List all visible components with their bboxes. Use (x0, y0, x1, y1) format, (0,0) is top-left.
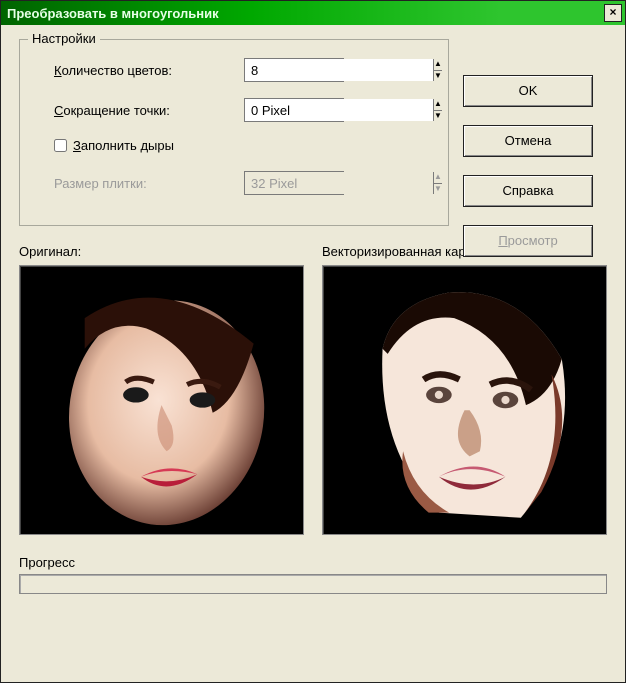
spin-up-icon[interactable]: ▲ (434, 99, 442, 111)
settings-fieldset: Настройки Количество цветов: ▲ ▼ Сокраще… (19, 39, 449, 226)
spin-up-icon: ▲ (434, 172, 442, 184)
close-button[interactable]: × (604, 4, 622, 22)
colors-spin-buttons[interactable]: ▲ ▼ (433, 59, 442, 81)
fill-holes-label: Заполнить дыры (73, 138, 174, 153)
vector-preview-col: Векторизированная картина: (322, 244, 607, 535)
help-button[interactable]: Справка (463, 175, 593, 207)
spin-down-icon[interactable]: ▼ (434, 111, 442, 122)
original-image (26, 272, 297, 528)
tile-label: Размер плитки: (34, 176, 244, 191)
original-preview-col: Оригинал: (19, 244, 304, 535)
reduction-row: Сокращение точки: ▲ ▼ (34, 98, 434, 122)
progress-label: Прогресс (19, 555, 607, 570)
reduction-spinner[interactable]: ▲ ▼ (244, 98, 344, 122)
dialog-window: Преобразовать в многоугольник × OK Отмен… (0, 0, 626, 683)
tile-spin-buttons: ▲ ▼ (433, 172, 442, 194)
titlebar: Преобразовать в многоугольник × (1, 1, 625, 25)
tile-input (245, 172, 433, 194)
settings-legend: Настройки (28, 31, 100, 46)
progress-section: Прогресс (19, 555, 607, 594)
colors-input[interactable] (245, 59, 433, 81)
cancel-button[interactable]: Отмена (463, 125, 593, 157)
spin-down-icon: ▼ (434, 184, 442, 195)
original-preview (19, 265, 304, 535)
vector-image (329, 272, 600, 528)
dialog-body: OK Отмена Справка Просмотр Настройки Кол… (1, 25, 625, 608)
reduction-spin-buttons[interactable]: ▲ ▼ (433, 99, 442, 121)
vector-preview (322, 265, 607, 535)
previews-row: Оригинал: (19, 244, 607, 535)
fill-holes-checkbox[interactable] (54, 139, 67, 152)
colors-row: Количество цветов: ▲ ▼ (34, 58, 434, 82)
spin-down-icon[interactable]: ▼ (434, 71, 442, 82)
ok-button[interactable]: OK (463, 75, 593, 107)
window-title: Преобразовать в многоугольник (7, 6, 219, 21)
button-panel: OK Отмена Справка Просмотр (463, 75, 593, 275)
reduction-label: Сокращение точки: (34, 103, 244, 118)
progress-bar (19, 574, 607, 594)
preview-button: Просмотр (463, 225, 593, 257)
reduction-input[interactable] (245, 99, 433, 121)
tile-spinner: ▲ ▼ (244, 171, 344, 195)
fill-holes-row: Заполнить дыры (54, 138, 434, 153)
tile-row: Размер плитки: ▲ ▼ (34, 171, 434, 195)
spin-up-icon[interactable]: ▲ (434, 59, 442, 71)
colors-label: Количество цветов: (34, 63, 244, 78)
original-label: Оригинал: (19, 244, 304, 259)
colors-spinner[interactable]: ▲ ▼ (244, 58, 344, 82)
